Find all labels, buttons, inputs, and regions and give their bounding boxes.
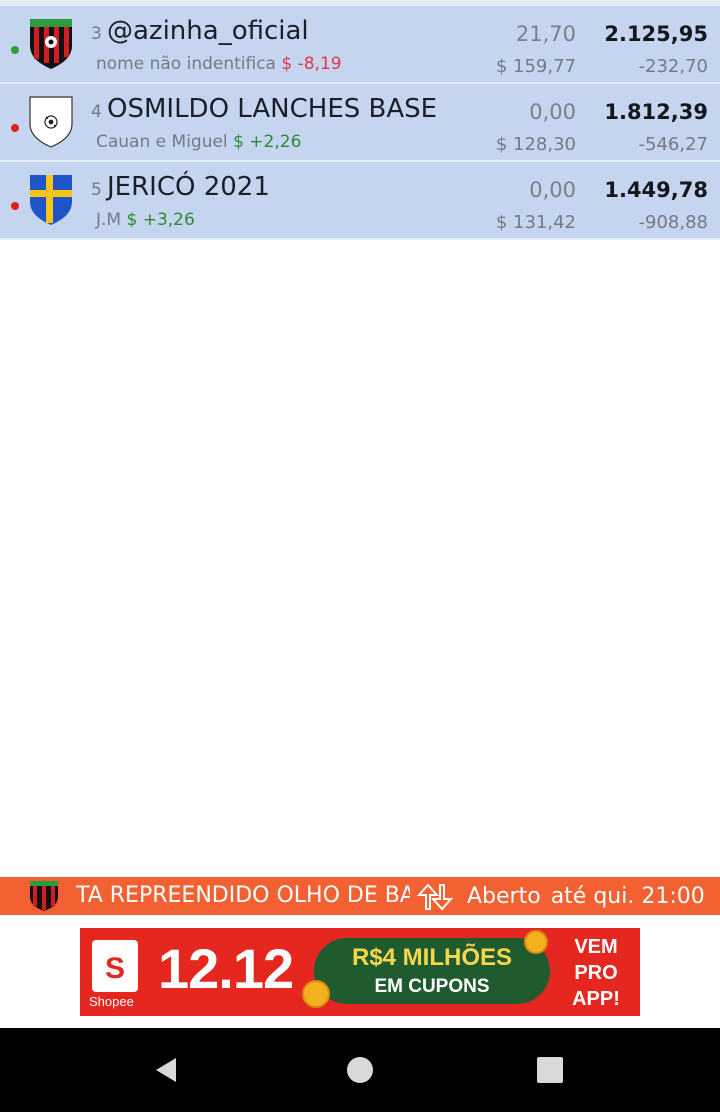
team-row[interactable]: 5 JERICÓ 2021 J.M $ +3,26 0,00 $ 131,42 … bbox=[0, 162, 720, 240]
ad-offer-pill: R$4 MILHÕES EM CUPONS bbox=[314, 938, 550, 1004]
team-price: $ 128,30 bbox=[495, 134, 576, 155]
team-shield-icon bbox=[30, 175, 72, 225]
shopee-ad-banner[interactable]: S Shopee 12.12 R$4 MILHÕES EM CUPONS VEM… bbox=[80, 928, 640, 1016]
team-rank: 4 bbox=[91, 102, 102, 122]
team-owner-line: J.M $ +3,26 bbox=[96, 210, 195, 230]
team-row[interactable]: 3 @azinha_oficial nome não indentifica $… bbox=[0, 0, 720, 84]
round-points: 0,00 bbox=[529, 178, 576, 202]
coin-icon bbox=[524, 930, 548, 954]
shopee-bag-icon: S bbox=[92, 940, 138, 992]
team-owner: nome não indentifica bbox=[96, 54, 276, 74]
team-shield-icon bbox=[29, 96, 73, 148]
team-rank: 5 bbox=[91, 180, 102, 200]
points-difference: -546,27 bbox=[638, 134, 708, 155]
back-icon[interactable] bbox=[150, 1054, 182, 1086]
team-name: JERICÓ 2021 bbox=[107, 172, 270, 202]
swap-arrows-icon[interactable] bbox=[414, 883, 456, 911]
team-owner-line: nome não indentifica $ -8,19 bbox=[96, 54, 342, 74]
market-status-label: Aberto bbox=[467, 884, 541, 909]
team-shield-icon bbox=[30, 881, 58, 911]
shopee-logo-letter: S bbox=[104, 952, 125, 985]
price-variation: $ -8,19 bbox=[281, 54, 342, 74]
system-navigation-bar bbox=[0, 1028, 720, 1112]
home-icon[interactable] bbox=[344, 1054, 376, 1086]
total-points: 2.125,95 bbox=[604, 22, 708, 46]
round-points: 0,00 bbox=[529, 100, 576, 124]
ad-brand: Shopee bbox=[89, 994, 134, 1009]
team-price: $ 159,77 bbox=[495, 56, 576, 77]
ad-cta-line: VEM bbox=[574, 936, 618, 958]
status-dot bbox=[11, 46, 19, 54]
team-shield-icon bbox=[30, 19, 72, 69]
team-price: $ 131,42 bbox=[495, 212, 576, 233]
status-dot bbox=[11, 202, 19, 210]
ad-cta-line: APP! bbox=[572, 988, 620, 1010]
ad-area: S Shopee 12.12 R$4 MILHÕES EM CUPONS VEM… bbox=[0, 915, 720, 1028]
team-owner: J.M bbox=[96, 210, 122, 230]
total-points: 1.449,78 bbox=[604, 178, 708, 202]
coin-icon bbox=[302, 980, 330, 1008]
points-difference: -232,70 bbox=[638, 56, 708, 77]
market-status: Aberto até qui. 21:00 bbox=[467, 884, 715, 909]
ad-date: 12.12 bbox=[158, 937, 294, 1000]
market-status-banner[interactable]: TA REPREENDIDO OLHO DE BA Aberto até qui.… bbox=[0, 877, 720, 915]
price-variation: $ +2,26 bbox=[233, 132, 302, 152]
status-dot bbox=[11, 124, 19, 132]
ad-offer-amount: R$4 MILHÕES bbox=[351, 944, 513, 971]
team-rank: 3 bbox=[91, 24, 102, 44]
ad-offer-text: EM CUPONS bbox=[374, 976, 490, 997]
team-row[interactable]: 4 OSMILDO LANCHES BASE Cauan e Miguel $ … bbox=[0, 84, 720, 162]
recents-icon[interactable] bbox=[534, 1054, 566, 1086]
price-variation: $ +3,26 bbox=[126, 210, 195, 230]
ad-cta: VEM PRO APP! bbox=[560, 934, 632, 1012]
team-owner: Cauan e Miguel bbox=[96, 132, 228, 152]
team-ranking-list: 3 @azinha_oficial nome não indentifica $… bbox=[0, 0, 720, 240]
selected-team-name: TA REPREENDIDO OLHO DE BA bbox=[76, 883, 410, 908]
round-points: 21,70 bbox=[515, 22, 576, 46]
points-difference: -908,88 bbox=[638, 212, 708, 233]
team-owner-line: Cauan e Miguel $ +2,26 bbox=[96, 132, 301, 152]
team-name: OSMILDO LANCHES BASE bbox=[107, 94, 438, 124]
total-points: 1.812,39 bbox=[604, 100, 708, 124]
team-name: @azinha_oficial bbox=[107, 16, 309, 46]
ad-cta-line: PRO bbox=[574, 962, 618, 984]
market-closing-time: até qui. 21:00 bbox=[550, 884, 705, 909]
